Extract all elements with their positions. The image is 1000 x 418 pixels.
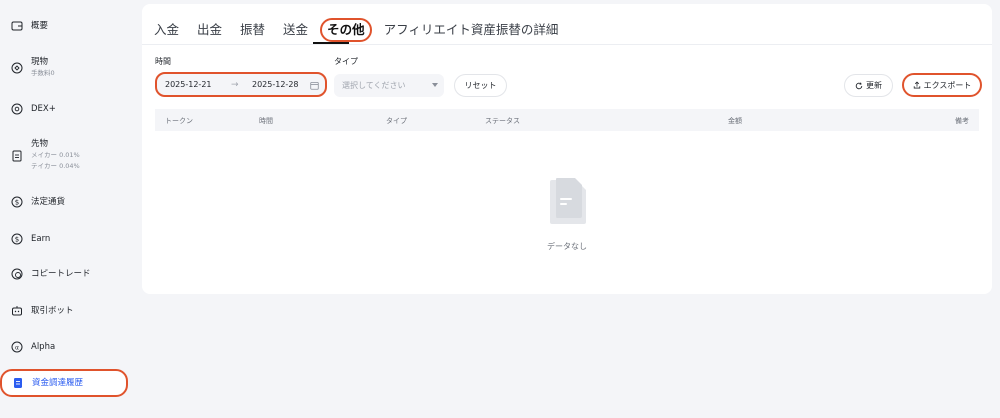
sidebar-item-dex[interactable]: DEX+ bbox=[4, 103, 127, 115]
time-label: 時間 bbox=[155, 57, 171, 66]
sidebar-item-funding-history[interactable]: 資金調達履歴 bbox=[0, 369, 128, 397]
tab-other[interactable]: その他 bbox=[320, 18, 372, 42]
refresh-icon bbox=[855, 82, 863, 89]
sidebar-item-overview[interactable]: 概要 bbox=[4, 20, 127, 32]
futures-icon bbox=[11, 150, 23, 162]
tab-withdraw[interactable]: 出金 bbox=[197, 20, 222, 40]
sidebar: 概要 現物 手数料0 DEX+ 先物 メイカー 0.01% テイカー 0.04%… bbox=[0, 0, 135, 418]
refresh-button-label: 更新 bbox=[866, 81, 882, 90]
sidebar-item-label: Earn bbox=[31, 234, 51, 244]
tab-send[interactable]: 送金 bbox=[283, 20, 308, 40]
sidebar-item-label: Alpha bbox=[31, 342, 56, 352]
svg-text:$: $ bbox=[15, 236, 19, 244]
upload-icon bbox=[913, 81, 920, 89]
alpha-icon: α bbox=[11, 341, 23, 353]
sidebar-item-sub: テイカー 0.04% bbox=[31, 162, 80, 170]
tab-deposit[interactable]: 入金 bbox=[154, 20, 179, 40]
spot-icon bbox=[11, 62, 23, 74]
sidebar-item-label: 先物 bbox=[31, 139, 49, 149]
svg-text:α: α bbox=[15, 344, 19, 351]
refresh-button[interactable]: 更新 bbox=[844, 74, 893, 97]
calendar-icon[interactable] bbox=[310, 81, 319, 90]
main-panel: 入金 出金 振替 送金 その他 アフィリエイト資産振替の詳細 時間 2025-1… bbox=[142, 4, 992, 294]
sidebar-item-label: 法定通貨 bbox=[31, 197, 66, 207]
type-label: タイプ bbox=[334, 57, 358, 66]
sidebar-item-label: コピートレード bbox=[31, 269, 91, 279]
tab-bar: 入金 出金 振替 送金 その他 アフィリエイト資産振替の詳細 bbox=[154, 18, 576, 42]
reset-button-label: リセット bbox=[464, 81, 497, 90]
date-end-input[interactable]: 2025-12-28 bbox=[252, 80, 299, 89]
tab-divider bbox=[142, 44, 992, 45]
column-header-status: ステータス bbox=[485, 117, 520, 125]
sidebar-item-fiat[interactable]: $ 法定通貨 bbox=[4, 196, 127, 208]
column-header-amount: 金額 bbox=[728, 117, 742, 125]
date-range-arrow: → bbox=[231, 79, 239, 90]
tab-transfer[interactable]: 振替 bbox=[240, 20, 265, 40]
caret-down-icon bbox=[432, 83, 438, 87]
history-icon bbox=[12, 377, 24, 389]
wallet-icon bbox=[11, 20, 23, 32]
export-button[interactable]: エクスポート bbox=[902, 73, 982, 97]
empty-data-icon bbox=[550, 178, 586, 224]
date-range-picker[interactable]: 2025-12-21 → 2025-12-28 bbox=[155, 72, 327, 97]
copy-trade-icon bbox=[11, 268, 23, 280]
sidebar-item-futures[interactable]: 先物 メイカー 0.01% テイカー 0.04% bbox=[4, 138, 127, 172]
type-select[interactable]: 選択してください bbox=[334, 74, 444, 97]
export-button-label: エクスポート bbox=[923, 80, 972, 90]
empty-state-text: データなし bbox=[547, 242, 587, 251]
fiat-icon: $ bbox=[11, 196, 23, 208]
reset-button[interactable]: リセット bbox=[454, 74, 507, 97]
date-start-input[interactable]: 2025-12-21 bbox=[165, 80, 212, 89]
type-select-placeholder: 選択してください bbox=[342, 81, 406, 90]
sidebar-item-trading-bot[interactable]: 取引ボット bbox=[4, 305, 127, 317]
sidebar-item-sub: メイカー 0.01% bbox=[31, 151, 80, 159]
sidebar-item-copy-trade[interactable]: コピートレード bbox=[4, 268, 127, 280]
bot-icon bbox=[11, 305, 23, 317]
dex-icon bbox=[11, 103, 23, 115]
sidebar-item-label: 現物 bbox=[31, 57, 49, 67]
earn-icon: $ bbox=[11, 233, 23, 245]
sidebar-item-earn[interactable]: $ Earn bbox=[4, 233, 127, 245]
svg-text:$: $ bbox=[15, 199, 19, 207]
sidebar-item-label: 取引ボット bbox=[31, 306, 74, 316]
sidebar-item-spot[interactable]: 現物 手数料0 bbox=[4, 56, 127, 79]
sidebar-item-sub: 手数料0 bbox=[31, 69, 55, 77]
sidebar-item-alpha[interactable]: α Alpha bbox=[4, 341, 127, 353]
column-header-type: タイプ bbox=[386, 117, 407, 125]
sidebar-item-label: 資金調達履歴 bbox=[32, 378, 84, 388]
tab-affiliate-transfer-details[interactable]: アフィリエイト資産振替の詳細 bbox=[384, 20, 559, 40]
column-header-note: 備考 bbox=[955, 117, 969, 125]
column-header-token: トークン bbox=[165, 117, 193, 125]
sidebar-item-label: 概要 bbox=[31, 21, 49, 31]
column-header-time: 時間 bbox=[259, 117, 273, 125]
sidebar-item-label: DEX+ bbox=[31, 104, 56, 114]
table-header: トークン 時間 タイプ ステータス 金額 備考 bbox=[155, 109, 979, 131]
